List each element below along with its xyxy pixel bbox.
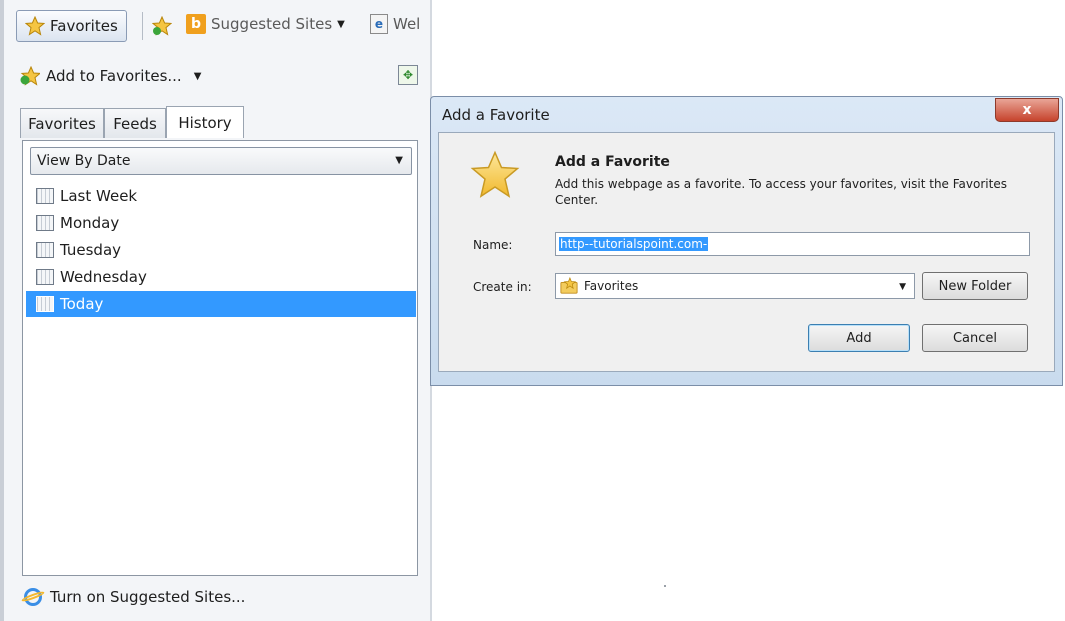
history-item-today[interactable]: Today: [26, 291, 416, 317]
web-slice-gallery-button[interactable]: e Wel: [370, 14, 420, 34]
pin-arrow-icon: ✥: [402, 68, 414, 82]
history-item-label: Monday: [60, 214, 120, 232]
bottom-link-label: Turn on Suggested Sites...: [50, 588, 246, 606]
bing-icon: b: [186, 14, 206, 34]
pin-favorites-center-button[interactable]: ✥: [398, 65, 418, 85]
history-item-label: Last Week: [60, 187, 138, 205]
chevron-down-icon: ▼: [193, 70, 202, 82]
turn-on-suggested-sites-link[interactable]: Turn on Suggested Sites...: [20, 588, 246, 606]
add-to-favorites-menu[interactable]: Add to Favorites... ▼: [20, 66, 201, 86]
chevron-down-icon: ▼: [395, 155, 403, 166]
panel-left-edge: [0, 0, 4, 621]
history-item-wednesday[interactable]: Wednesday: [26, 264, 416, 290]
dialog-title: Add a Favorite: [442, 106, 550, 124]
ie-logo-icon: [20, 588, 46, 606]
calendar-icon: [36, 296, 54, 312]
tab-favorites[interactable]: Favorites: [20, 108, 104, 138]
history-item-label: Today: [60, 295, 104, 313]
dialog-heading: Add a Favorite: [555, 154, 670, 170]
tab-feeds[interactable]: Feeds: [104, 108, 166, 138]
toolbar-separator: [142, 12, 143, 40]
history-item-monday[interactable]: Monday: [26, 210, 416, 236]
favorites-folder-icon: [560, 277, 578, 294]
name-field-value: http--tutorialspoint.com-: [559, 237, 709, 251]
chevron-down-icon: ▼: [899, 282, 906, 292]
suggested-sites-label: Suggested Sites: [211, 15, 333, 33]
view-by-select[interactable]: View By Date ▼: [30, 147, 412, 175]
create-in-label: Create in:: [473, 280, 532, 294]
favorites-button-label: Favorites: [50, 17, 118, 35]
name-label: Name:: [473, 238, 513, 252]
chevron-down-icon: ▼: [337, 18, 345, 30]
calendar-icon: [36, 215, 54, 231]
add-favorite-star-icon: [20, 66, 40, 86]
close-icon: x: [1022, 102, 1032, 118]
stray-dot: [664, 585, 666, 587]
history-item-tuesday[interactable]: Tuesday: [26, 237, 416, 263]
web-slice-label: Wel: [393, 15, 421, 33]
name-field[interactable]: http--tutorialspoint.com-: [555, 232, 1030, 256]
create-in-select[interactable]: Favorites ▼: [555, 273, 915, 299]
view-by-value: View By Date: [37, 153, 131, 169]
favorites-bar: Favorites b Suggested Sites ▼ e Wel: [4, 8, 430, 44]
calendar-icon: [36, 188, 54, 204]
suggested-sites-button[interactable]: b Suggested Sites ▼: [186, 14, 345, 34]
close-button[interactable]: x: [995, 98, 1059, 122]
favorites-button[interactable]: Favorites: [16, 10, 127, 42]
calendar-icon: [36, 269, 54, 285]
favorites-star-icon: [25, 16, 45, 36]
add-to-favorites-label: Add to Favorites...: [46, 67, 182, 85]
history-item-last-week[interactable]: Last Week: [26, 183, 416, 209]
tab-history[interactable]: History: [166, 106, 244, 138]
add-to-favorites-bar-icon: [152, 16, 172, 36]
add-to-favorites-bar-button[interactable]: [152, 16, 172, 36]
new-folder-button[interactable]: New Folder: [922, 272, 1028, 300]
create-in-value: Favorites: [584, 279, 639, 293]
history-item-label: Wednesday: [60, 268, 147, 286]
add-button[interactable]: Add: [808, 324, 910, 352]
dialog-description: Add this webpage as a favorite. To acces…: [555, 177, 1007, 207]
calendar-icon: [36, 242, 54, 258]
cancel-button[interactable]: Cancel: [922, 324, 1028, 352]
ie-page-icon: e: [370, 14, 388, 34]
favorite-star-icon: [470, 150, 520, 198]
history-item-label: Tuesday: [60, 241, 122, 259]
